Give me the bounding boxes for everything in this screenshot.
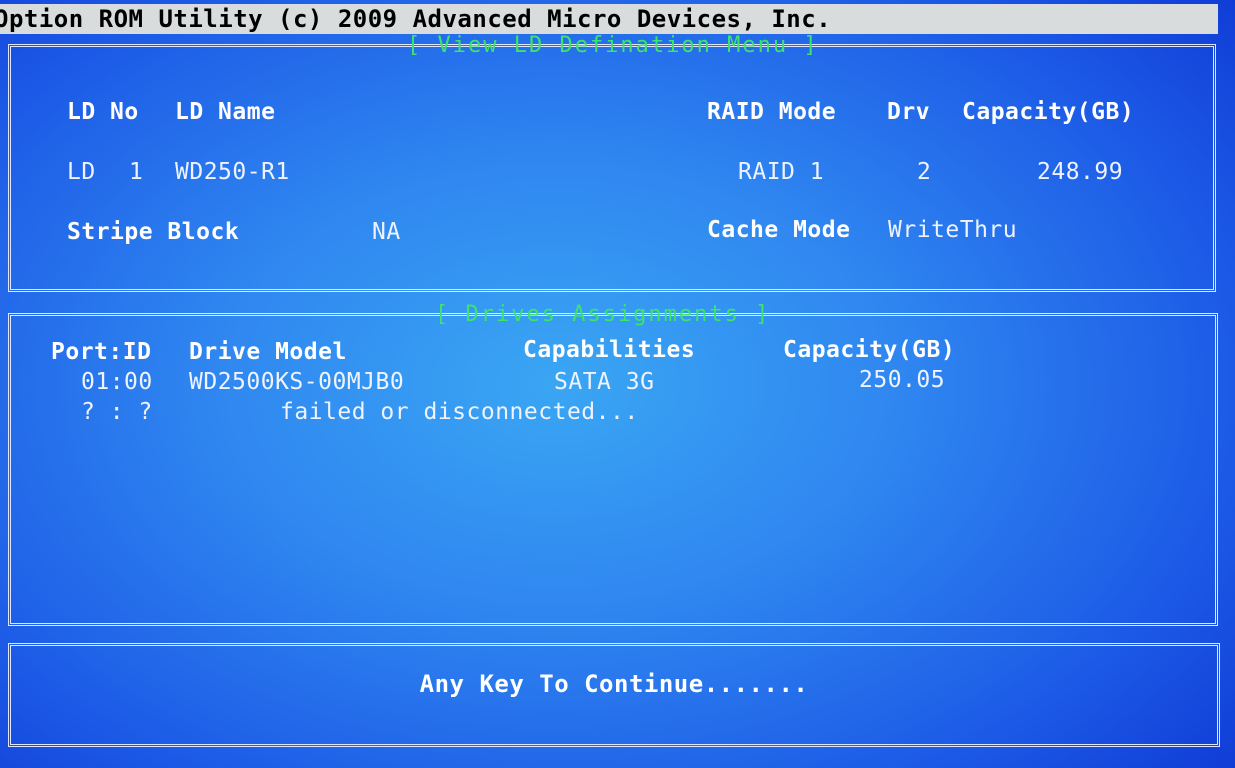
stripe-block-value: NA	[372, 219, 401, 245]
cache-mode-label: Cache Mode	[707, 217, 851, 243]
drive-capacity-header: Capacity(GB)	[783, 337, 956, 363]
drive-status-text: failed or disconnected...	[280, 399, 639, 425]
capacity-value: 248.99	[1037, 159, 1124, 185]
drive-model-value: WD2500KS-00MJB0	[189, 369, 405, 395]
titlebar-text: Option ROM Utility (c) 2009 Advanced Mic…	[0, 5, 832, 33]
ld-number: 1	[129, 159, 144, 185]
raid-mode-header: RAID Mode	[707, 99, 837, 125]
port-id-header: Port:ID	[51, 339, 152, 365]
drives-panel-title: [ Drives Assignments ]	[435, 302, 771, 327]
missing-port-id: ? : ?	[81, 399, 153, 425]
drive-port-id: 01:00	[81, 369, 153, 395]
continue-prompt[interactable]: Any Key To Continue.......	[11, 670, 1217, 698]
ld-label: LD	[67, 159, 96, 185]
stripe-block-label: Stripe Block	[67, 219, 240, 245]
ld-definition-panel: [ View LD Defination Menu ] LD No LD Nam…	[8, 33, 1216, 292]
ld-panel-title: [ View LD Defination Menu ]	[407, 33, 819, 58]
titlebar: Option ROM Utility (c) 2009 Advanced Mic…	[0, 4, 1218, 34]
drive-capacity-value: 250.05	[859, 367, 946, 393]
drive-capabilities-value: SATA 3G	[554, 369, 655, 395]
ld-no-header: LD No	[67, 99, 139, 125]
footer-panel: Any Key To Continue.......	[8, 643, 1220, 747]
capacity-header: Capacity(GB)	[962, 99, 1135, 125]
bios-screen: Option ROM Utility (c) 2009 Advanced Mic…	[0, 0, 1235, 768]
drv-value: 2	[917, 159, 932, 185]
drv-header: Drv	[887, 99, 931, 125]
capabilities-header: Capabilities	[523, 337, 696, 363]
drive-model-header: Drive Model	[189, 339, 347, 365]
drives-assignments-panel: [ Drives Assignments ] Port:ID Drive Mod…	[8, 302, 1218, 626]
ld-name-header: LD Name	[175, 99, 276, 125]
ld-name-value: WD250-R1	[175, 159, 290, 185]
raid-mode-value: RAID 1	[738, 159, 825, 185]
cache-mode-value: WriteThru	[888, 217, 1018, 243]
